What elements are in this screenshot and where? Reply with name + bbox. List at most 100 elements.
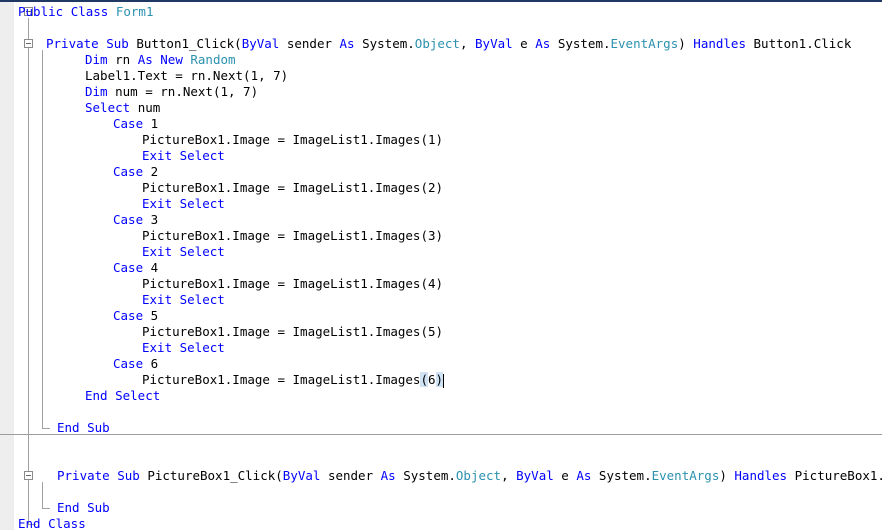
code-line-14[interactable]: PictureBox1.Image = ImageList1.Images(3): [142, 228, 443, 244]
code-token-2-5: As: [339, 36, 363, 51]
code-line-12[interactable]: Exit Select: [142, 196, 225, 212]
fold-guide-picturebox1: [42, 482, 43, 508]
code-editor[interactable]: Public Class Form1 Private Sub Button1_Cl…: [0, 0, 882, 530]
code-token-26-0: End: [57, 420, 88, 435]
code-token-7-0: Case: [113, 116, 151, 131]
code-token-3-1: rn: [115, 52, 138, 67]
code-token-29-16: PictureBox1.Click: [794, 468, 882, 483]
code-line-9[interactable]: Exit Select: [142, 148, 225, 164]
code-token-26-1: Sub: [87, 420, 110, 435]
code-token-29-2: PictureBox1_Click(: [147, 468, 283, 483]
code-token-2-7: Object: [414, 36, 460, 51]
code-token-11-0: PictureBox1.Image = ImageList1.Images(2): [142, 180, 444, 195]
code-line-23[interactable]: PictureBox1.Image = ImageList1.Images(6): [142, 372, 445, 388]
code-token-23-1: (: [420, 372, 428, 387]
code-token-16-0: Case: [113, 260, 151, 275]
code-token-8-0: PictureBox1.Image = ImageList1.Images(1): [142, 132, 444, 147]
code-token-3-4: Random: [190, 52, 236, 67]
code-token-19-0: Case: [113, 308, 151, 323]
code-line-11[interactable]: PictureBox1.Image = ImageList1.Images(2): [142, 180, 443, 196]
code-line-24[interactable]: End Select: [85, 388, 160, 404]
code-token-29-6: System.: [403, 468, 456, 483]
fold-guide-button1-click: [42, 50, 43, 428]
code-token-31-0: End: [57, 500, 88, 515]
code-line-17[interactable]: PictureBox1.Image = ImageList1.Images(4): [142, 276, 443, 292]
code-token-13-1: 3: [150, 212, 159, 227]
code-line-22[interactable]: Case 6: [113, 356, 158, 372]
code-token-29-15: Handles: [734, 468, 795, 483]
code-token-21-0: Exit: [142, 340, 180, 355]
code-token-2-9: ByVal: [475, 36, 521, 51]
code-token-2-10: e: [520, 36, 536, 51]
code-token-18-0: Exit: [142, 292, 180, 307]
code-token-12-1: Select: [179, 196, 225, 211]
code-token-16-1: 4: [150, 260, 159, 275]
code-token-3-3: New: [160, 52, 191, 67]
code-token-24-1: Select: [115, 388, 161, 403]
fold-guide-class: [28, 18, 29, 524]
code-line-32[interactable]: End Class: [18, 516, 86, 530]
fold-foot-button1-click: [42, 428, 50, 429]
code-line-21[interactable]: Exit Select: [142, 340, 225, 356]
code-token-3-2: As: [137, 52, 161, 67]
code-line-26[interactable]: End Sub: [57, 420, 110, 436]
code-line-18[interactable]: Exit Select: [142, 292, 225, 308]
code-line-5[interactable]: Dim num = rn.Next(1, 7): [85, 84, 258, 100]
code-token-29-12: System.: [598, 468, 652, 483]
code-token-0-2: Form1: [115, 4, 154, 19]
code-token-6-0: Select: [85, 100, 138, 115]
code-token-0-0: Public: [18, 4, 71, 19]
code-token-32-0: End: [18, 516, 49, 530]
code-line-13[interactable]: Case 3: [113, 212, 158, 228]
code-token-23-3: ): [435, 372, 444, 387]
code-token-2-8: ,: [459, 36, 476, 51]
code-token-29-14: ): [719, 468, 735, 483]
code-line-31[interactable]: End Sub: [57, 500, 110, 516]
code-line-8[interactable]: PictureBox1.Image = ImageList1.Images(1): [142, 132, 443, 148]
code-token-22-0: Case: [113, 356, 151, 371]
code-token-29-0: Private: [57, 468, 118, 483]
method-separator-button1-click: [0, 434, 882, 435]
code-line-7[interactable]: Case 1: [113, 116, 158, 132]
code-token-2-13: EventArgs: [610, 36, 679, 51]
code-token-13-0: Case: [113, 212, 151, 227]
code-token-17-0: PictureBox1.Image = ImageList1.Images(4): [142, 276, 444, 291]
code-token-24-0: End: [85, 388, 116, 403]
code-token-4-0: Label1.Text = rn.Next(1, 7): [85, 68, 289, 83]
code-line-29[interactable]: Private Sub PictureBox1_Click(ByVal send…: [57, 468, 882, 484]
code-line-6[interactable]: Select num: [85, 100, 160, 116]
code-line-3[interactable]: Dim rn As New Random: [85, 52, 236, 68]
code-token-2-3: ByVal: [241, 36, 287, 51]
code-token-14-0: PictureBox1.Image = ImageList1.Images(3): [142, 228, 444, 243]
code-line-0[interactable]: Public Class Form1: [18, 4, 153, 20]
code-token-31-1: Sub: [87, 500, 110, 515]
code-token-29-10: e: [561, 468, 577, 483]
code-token-9-1: Select: [179, 148, 225, 163]
code-token-9-0: Exit: [142, 148, 180, 163]
code-token-32-1: Class: [48, 516, 86, 530]
fold-toggle-button1-click[interactable]: [24, 39, 33, 48]
code-token-2-16: Button1.Click: [753, 36, 852, 51]
code-line-19[interactable]: Case 5: [113, 308, 158, 324]
code-token-5-1: num = rn.Next(1, 7): [115, 84, 259, 99]
code-line-20[interactable]: PictureBox1.Image = ImageList1.Images(5): [142, 324, 443, 340]
editor-selection-margin[interactable]: [0, 2, 14, 530]
code-token-2-1: Sub: [106, 36, 137, 51]
code-token-29-3: ByVal: [282, 468, 328, 483]
code-token-29-9: ByVal: [516, 468, 562, 483]
code-line-4[interactable]: Label1.Text = rn.Next(1, 7): [85, 68, 288, 84]
code-line-15[interactable]: Exit Select: [142, 244, 225, 260]
code-token-29-8: ,: [501, 468, 517, 483]
code-line-2[interactable]: Private Sub Button1_Click(ByVal sender A…: [46, 36, 851, 52]
code-line-10[interactable]: Case 2: [113, 164, 158, 180]
fold-toggle-picturebox1-click[interactable]: [24, 471, 33, 480]
code-line-16[interactable]: Case 4: [113, 260, 158, 276]
code-token-2-14: ): [678, 36, 694, 51]
code-token-2-0: Private: [46, 36, 107, 51]
code-token-5-0: Dim: [85, 84, 116, 99]
code-token-3-0: Dim: [85, 52, 116, 67]
code-token-19-1: 5: [150, 308, 159, 323]
code-token-23-2: 6: [427, 372, 436, 387]
code-token-23-0: PictureBox1.Image = ImageList1.Images: [142, 372, 421, 387]
code-token-29-13: EventArgs: [651, 468, 720, 483]
